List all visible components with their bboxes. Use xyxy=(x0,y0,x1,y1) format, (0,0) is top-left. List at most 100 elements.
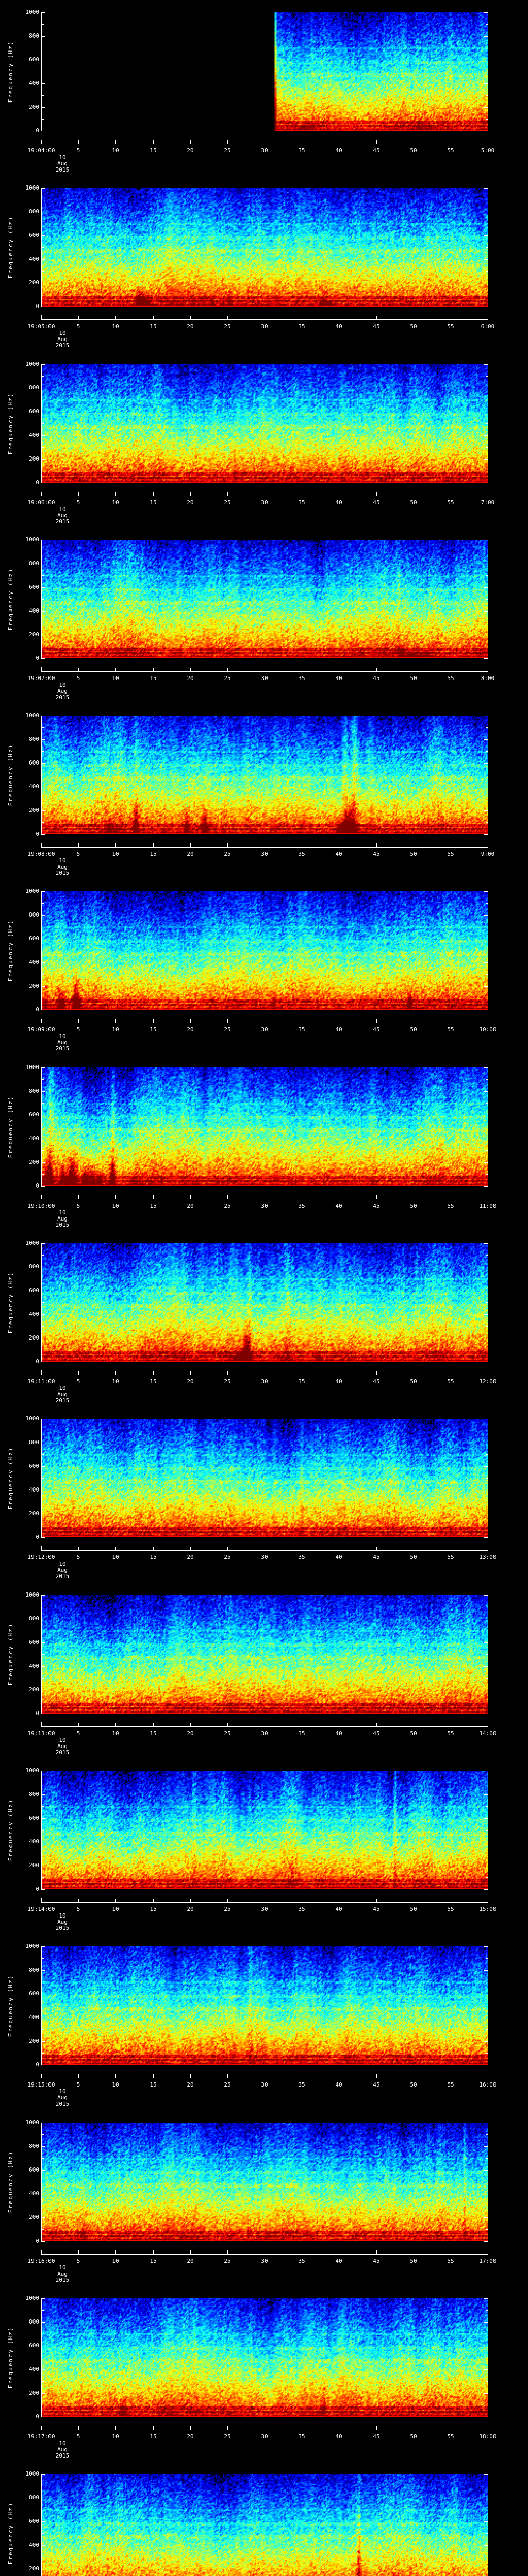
y-tick-label: 400 xyxy=(29,432,39,438)
y-axis-title: Frequency (Hz) xyxy=(7,40,14,103)
y-major-tick-right xyxy=(484,986,488,987)
spectrogram-canvas xyxy=(42,1595,488,1714)
x-major-tick xyxy=(376,1371,377,1375)
x-tick-label: 30 xyxy=(261,1730,268,1737)
x-tick-label: 20 xyxy=(187,2258,194,2264)
date-label: 10 Aug 2015 xyxy=(42,1033,83,1052)
y-tick-label: 600 xyxy=(29,1463,39,1469)
x-major-tick xyxy=(153,1371,154,1375)
spectrogram-canvas xyxy=(42,12,488,131)
x-start-time-label: 19:09:00 xyxy=(27,1026,55,1033)
x-tick-label: 10 xyxy=(112,2433,119,2440)
y-minor-tick xyxy=(42,1958,44,1959)
y-major-tick-right xyxy=(484,36,488,37)
x-major-tick xyxy=(78,843,79,847)
x-axis-line xyxy=(41,319,488,320)
y-minor-tick xyxy=(42,1806,44,1807)
x-tick-label: 20 xyxy=(187,1202,194,1209)
x-tick-label: 10 xyxy=(112,1906,119,1912)
y-minor-tick xyxy=(42,974,44,975)
y-minor-tick-right xyxy=(486,1174,488,1175)
x-major-tick xyxy=(41,2250,42,2254)
x-major-tick xyxy=(376,492,377,496)
y-minor-tick xyxy=(42,423,44,424)
x-start-time-label: 19:16:00 xyxy=(27,2258,55,2264)
x-major-tick xyxy=(78,668,79,671)
y-major-tick xyxy=(42,2545,45,2546)
date-label: 10 Aug 2015 xyxy=(42,2089,83,2107)
x-major-tick xyxy=(41,667,42,671)
date-label: 10 Aug 2015 xyxy=(42,1561,83,1580)
x-tick-label: 25 xyxy=(224,2258,231,2264)
y-major-tick xyxy=(42,763,45,764)
spectrogram-canvas xyxy=(42,891,488,1010)
x-major-tick xyxy=(41,1019,42,1023)
y-axis-title: Frequency (Hz) xyxy=(7,919,14,982)
spectrogram-panel: Frequency (Hz) 10Aug2015 0 200 400 600 800 10… xyxy=(0,1406,528,1583)
date-label: 10 Aug 2015 xyxy=(42,682,83,701)
x-tick-label: 20 xyxy=(187,499,194,506)
y-minor-tick xyxy=(42,1478,44,1479)
x-tick-label: 20 xyxy=(187,1554,194,1561)
y-axis-title: Frequency (Hz) xyxy=(7,568,14,631)
y-major-tick xyxy=(42,83,45,84)
x-major-tick xyxy=(227,1723,228,1726)
spectrogram-panel: Frequency (Hz) 10Aug2015 0 200 400 600 800 10… xyxy=(0,1758,528,1934)
y-major-tick-right xyxy=(484,2369,488,2370)
x-start-time-label: 19:12:00 xyxy=(27,1554,55,1561)
x-major-tick xyxy=(376,2074,377,2078)
x-tick-label: 5 xyxy=(76,2081,80,2088)
spectrogram-canvas xyxy=(42,1771,488,1889)
y-minor-tick xyxy=(42,24,44,25)
y-major-tick-right xyxy=(484,1091,488,1092)
x-major-tick xyxy=(190,1195,191,1199)
y-minor-tick xyxy=(42,575,44,576)
x-major-tick xyxy=(227,1899,228,1902)
x-tick-label: 40 xyxy=(335,1026,342,1033)
x-end-time-label: 7:00 xyxy=(481,499,495,506)
y-tick-label: 1000 xyxy=(25,184,40,191)
y-minor-tick-right xyxy=(486,2158,488,2159)
y-tick-label: 1000 xyxy=(25,712,40,719)
y-major-tick xyxy=(42,2241,45,2242)
y-major-tick-right xyxy=(484,834,488,835)
x-end-time-label: 17:00 xyxy=(479,2258,497,2264)
y-major-tick-right xyxy=(484,1794,488,1795)
y-tick-label: 200 xyxy=(29,2214,39,2221)
y-major-tick xyxy=(42,986,45,987)
x-major-tick xyxy=(78,1723,79,1726)
y-minor-tick-right xyxy=(486,2310,488,2311)
x-tick-label: 30 xyxy=(261,1906,268,1912)
y-axis-title: Frequency (Hz) xyxy=(7,392,14,455)
y-tick-label: 1000 xyxy=(25,2295,40,2301)
x-tick-label: 35 xyxy=(298,2258,305,2264)
y-minor-tick xyxy=(42,447,44,448)
x-major-tick xyxy=(78,1899,79,1902)
y-axis-title: Frequency (Hz) xyxy=(7,2150,14,2213)
spectrogram-panel: Frequency (Hz) 10Aug2015 0 200 400 600 800 10… xyxy=(0,1055,528,1231)
y-major-tick-right xyxy=(484,235,488,236)
x-tick-label: 25 xyxy=(224,1202,231,1209)
y-tick-label: 0 xyxy=(36,1006,39,1013)
y-tick-label: 600 xyxy=(29,584,39,590)
y-tick-label: 1000 xyxy=(25,1064,40,1071)
y-major-tick xyxy=(42,235,45,236)
y-major-tick-right xyxy=(484,435,488,436)
x-major-tick xyxy=(153,668,154,671)
y-tick-label: 0 xyxy=(36,831,39,837)
spectrogram-canvas xyxy=(42,2298,488,2417)
x-tick-label: 40 xyxy=(335,323,342,330)
x-tick-label: 50 xyxy=(410,323,417,330)
x-tick-label: 30 xyxy=(261,2258,268,2264)
x-tick-label: 45 xyxy=(373,499,380,506)
x-tick-label: 5 xyxy=(76,1026,80,1033)
x-major-tick xyxy=(41,1898,42,1902)
y-axis-title: Frequency (Hz) xyxy=(7,1095,14,1158)
x-major-tick xyxy=(190,492,191,496)
x-tick-label: 15 xyxy=(150,2433,157,2440)
x-start-time-label: 19:08:00 xyxy=(27,851,55,857)
y-tick-label: 200 xyxy=(29,279,39,286)
x-tick-label: 30 xyxy=(261,499,268,506)
y-major-tick-right xyxy=(484,2322,488,2323)
x-major-tick xyxy=(153,2426,154,2430)
